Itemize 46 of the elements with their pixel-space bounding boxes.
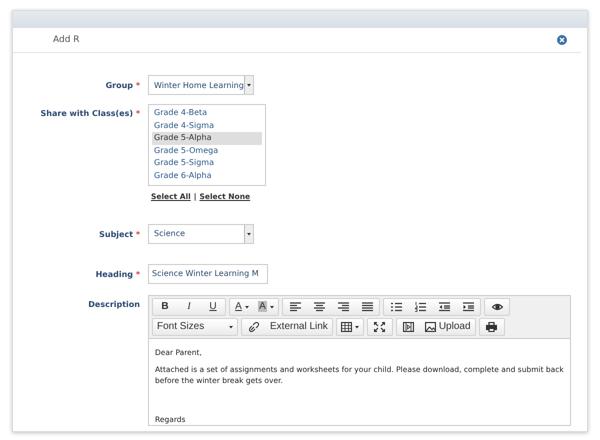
underline-button[interactable]: U — [201, 298, 225, 315]
dropdown-arrow-icon — [247, 232, 251, 236]
printer-icon — [486, 322, 498, 332]
font-size-dropdown[interactable]: Font Sizes — [153, 318, 237, 335]
dropdown-arrow-icon — [229, 324, 233, 329]
dialog-title: Add R — [53, 35, 80, 45]
outdent-icon — [438, 302, 450, 312]
film-icon — [403, 322, 414, 332]
field-label: Description — [87, 300, 140, 311]
class-option[interactable]: Grade 4-Sigma — [152, 120, 262, 132]
dropdown-arrow-icon — [354, 324, 359, 329]
link-icon — [248, 322, 260, 332]
align-right-icon — [338, 302, 348, 312]
external-link-button[interactable]: External Link — [266, 318, 332, 335]
image-icon — [424, 322, 436, 332]
class-option[interactable]: Grade 5-Omega — [152, 144, 262, 158]
dropdown-arrow-icon — [244, 304, 249, 309]
eye-icon — [492, 302, 502, 312]
dropdown-arrow-icon — [270, 304, 274, 309]
class-option[interactable]: Grade 5-Sigma — [152, 157, 262, 170]
dropdown-arrow-icon — [247, 83, 251, 87]
text-color-button[interactable]: A — [230, 298, 254, 315]
italic-button[interactable]: I — [177, 298, 201, 315]
fullscreen-icon — [374, 322, 386, 332]
close-icon — [559, 37, 565, 43]
class-option[interactable]: Grade 6-Alpha — [152, 170, 262, 183]
field-label: Share with Class(es) * — [40, 109, 140, 120]
field-label: Group * — [104, 81, 140, 92]
bullet-list-icon — [390, 302, 402, 312]
table-icon — [340, 322, 352, 332]
group-select[interactable]: Winter Home Learning — [148, 75, 254, 95]
heading-input[interactable]: Science Winter Learning M — [148, 264, 268, 284]
field-label: Subject * — [98, 230, 140, 241]
align-left-icon — [290, 302, 300, 312]
upload-button[interactable]: Upload — [420, 318, 475, 335]
class-option[interactable]: Grade 5-Alpha — [152, 132, 262, 145]
justify-icon — [362, 302, 372, 312]
subject-select[interactable]: Science — [148, 224, 254, 244]
field-label: Heading * — [94, 270, 140, 281]
close-button[interactable] — [557, 35, 567, 45]
bold-button[interactable]: B — [153, 298, 177, 315]
highlight-color-button[interactable]: A — [254, 298, 278, 315]
class-option[interactable]: Grade 4-Beta — [152, 107, 262, 120]
align-center-icon — [314, 302, 324, 312]
numbered-list-icon — [414, 302, 426, 312]
indent-icon — [462, 302, 474, 312]
